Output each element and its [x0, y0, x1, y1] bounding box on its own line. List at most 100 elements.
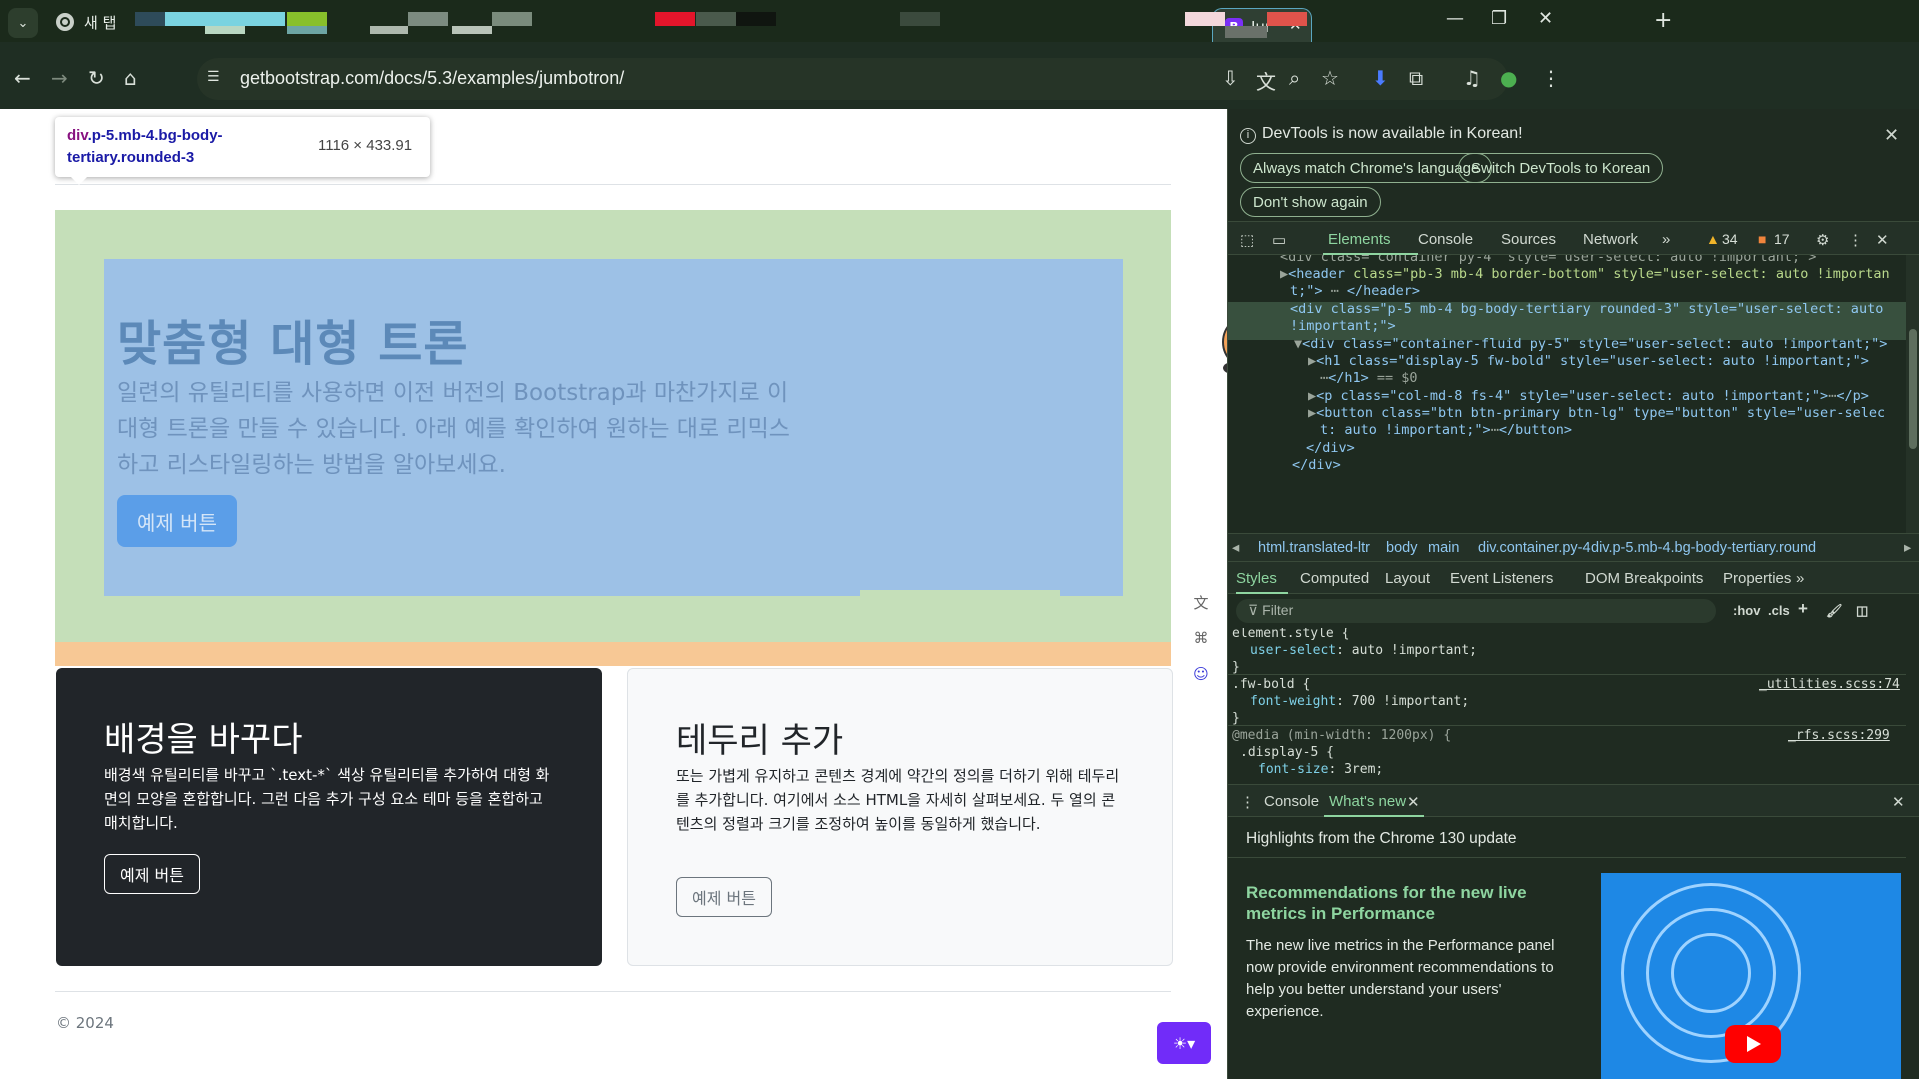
class-toggle[interactable]: .cls	[1768, 603, 1790, 618]
tab-search-button[interactable]: ⌄	[8, 8, 38, 38]
crumb-left-icon[interactable]: ◂	[1232, 540, 1239, 556]
add-rule-icon[interactable]: +	[1798, 599, 1808, 619]
tab-thumbnail[interactable]	[1267, 12, 1307, 26]
dom-node[interactable]: ▶<p class="col-md-8 fs-4" style="user-se…	[1308, 388, 1869, 404]
dom-node[interactable]: ▶<button class="btn btn-primary btn-lg" …	[1308, 405, 1885, 421]
devtools-menu-icon[interactable]: ⋮	[1848, 231, 1863, 249]
tab-layout[interactable]: Layout	[1385, 570, 1430, 587]
breadcrumb-item[interactable]: html.translated-ltr	[1258, 540, 1370, 556]
breadcrumb-item[interactable]: main	[1428, 540, 1459, 556]
tab-thumbnail[interactable]	[408, 12, 448, 26]
styles-filter-input[interactable]: ⊽ Filter	[1236, 599, 1716, 623]
new-tab-button[interactable]: +	[1654, 8, 1672, 33]
shortcut-widget-icon[interactable]: ⌘	[1186, 623, 1216, 653]
menu-kebab-icon[interactable]: ⋮	[1541, 66, 1561, 90]
extensions-icon[interactable]: ⧉	[1409, 66, 1423, 90]
dom-node[interactable]: ▶<header class="pb-3 mb-4 border-bottom"…	[1280, 266, 1890, 282]
switch-to-korean-button[interactable]: Switch DevTools to Korean	[1458, 153, 1664, 183]
minimize-button[interactable]: —	[1446, 8, 1464, 29]
translate-icon[interactable]: 文	[1256, 66, 1276, 95]
dom-node[interactable]: </div>	[1306, 440, 1355, 456]
settings-gear-icon[interactable]: ⚙	[1816, 231, 1829, 249]
css-declaration[interactable]: font-weight: 700 !important;	[1250, 694, 1469, 709]
warning-icon[interactable]: ▲	[1706, 231, 1720, 247]
drawer-menu-icon[interactable]: ⋮	[1240, 793, 1255, 811]
zoom-icon[interactable]: ⌕	[1289, 66, 1300, 90]
css-source-link[interactable]: _rfs.scss:299	[1788, 728, 1890, 743]
extension-download-icon[interactable]: ⬇	[1372, 66, 1389, 90]
close-drawer-icon[interactable]: ✕	[1892, 793, 1905, 811]
css-source-link[interactable]: _utilities.scss:74	[1759, 677, 1900, 692]
dom-node[interactable]: </div>	[1292, 457, 1341, 473]
dom-node[interactable]: <div class="container py-4" style="user-…	[1280, 255, 1816, 265]
card-example-button[interactable]: 예제 버튼	[676, 877, 772, 917]
profile-avatar[interactable]: ●	[1500, 66, 1517, 90]
crumb-right-icon[interactable]: ▸	[1904, 540, 1912, 556]
tab-thumbnail[interactable]	[135, 12, 165, 26]
url-text[interactable]: getbootstrap.com/docs/5.3/examples/jumbo…	[240, 68, 624, 89]
tab-thumbnail[interactable]	[900, 12, 940, 26]
tab-console[interactable]: Console	[1418, 231, 1473, 248]
restore-button[interactable]: ❐	[1491, 8, 1507, 29]
card-title: 배경을 바꾸다	[104, 720, 303, 760]
breadcrumb-item[interactable]: div.container.py-4	[1478, 540, 1591, 556]
tab-thumbnail[interactable]	[1185, 12, 1225, 26]
assistant-widget-icon[interactable]: ☺	[1186, 659, 1216, 689]
device-toolbar-icon[interactable]: ▭	[1272, 231, 1286, 249]
tab-thumbnail[interactable]	[165, 12, 285, 26]
breadcrumb-item[interactable]: body	[1386, 540, 1417, 556]
drawer-tab-whats-new[interactable]: What's new	[1329, 793, 1406, 810]
tab-new-tab[interactable]: 새 탭	[56, 10, 116, 34]
install-app-icon[interactable]: ⇩	[1222, 66, 1239, 90]
tab-thumbnail[interactable]	[736, 12, 776, 26]
css-declaration[interactable]: user-select: auto !important;	[1250, 643, 1477, 658]
sidebar-toggle-icon[interactable]: ◫	[1856, 603, 1868, 619]
tab-thumbnail[interactable]	[492, 12, 532, 26]
css-declaration[interactable]: font-size: 3rem;	[1258, 762, 1383, 777]
more-tabs-icon[interactable]: »	[1796, 570, 1804, 587]
reload-icon[interactable]: ↻	[88, 66, 105, 90]
tab-thumbnail[interactable]	[287, 12, 327, 26]
always-match-language-button[interactable]: Always match Chrome's language	[1240, 153, 1493, 183]
media-icon[interactable]: ♫	[1463, 66, 1481, 90]
more-tabs-icon[interactable]: »	[1662, 231, 1670, 248]
dom-scroll-thumb[interactable]	[1909, 329, 1917, 449]
close-devtools-icon[interactable]: ✕	[1876, 231, 1889, 249]
tab-thumbnail[interactable]	[696, 12, 736, 26]
tab-styles[interactable]: Styles	[1236, 570, 1277, 587]
whats-new-link-title[interactable]: Recommendations for the new live metrics…	[1246, 882, 1566, 924]
translate-widget-icon[interactable]: 文	[1186, 587, 1216, 617]
tab-elements[interactable]: Elements	[1328, 231, 1391, 248]
tab-network[interactable]: Network	[1583, 231, 1638, 248]
breadcrumb-item[interactable]: div.p-5.mb-4.bg-body-tertiary.round	[1591, 540, 1816, 556]
whats-new-video-thumbnail[interactable]	[1601, 873, 1901, 1079]
close-icon[interactable]: ✕	[1884, 125, 1899, 146]
close-window-button[interactable]: ✕	[1538, 8, 1553, 29]
tab-computed[interactable]: Computed	[1300, 570, 1369, 587]
inspect-element-icon[interactable]: ⬚	[1240, 231, 1254, 249]
tab-event-listeners[interactable]: Event Listeners	[1450, 570, 1553, 587]
forward-icon[interactable]: →	[51, 66, 68, 90]
theme-toggle-button[interactable]: ☀▾	[1157, 1022, 1211, 1064]
dom-node-selected[interactable]: <div class="p-5 mb-4 bg-body-tertiary ro…	[1290, 301, 1883, 317]
tab-properties[interactable]: Properties	[1723, 570, 1791, 587]
issues-icon[interactable]: ■	[1758, 231, 1766, 247]
back-icon[interactable]: ←	[14, 66, 31, 90]
home-icon[interactable]: ⌂	[124, 66, 137, 90]
tab-sources[interactable]: Sources	[1501, 231, 1556, 248]
close-icon[interactable]: ✕	[1407, 793, 1420, 811]
bookmark-star-icon[interactable]: ☆	[1321, 66, 1339, 90]
css-selector: element.style {	[1232, 628, 1350, 641]
site-info-icon[interactable]: ☰	[207, 69, 227, 89]
tab-thumbnail[interactable]	[655, 12, 695, 26]
dont-show-again-button[interactable]: Don't show again	[1240, 187, 1381, 217]
dom-node[interactable]: ▼<div class="container-fluid py-5" style…	[1294, 336, 1887, 352]
tab-dom-breakpoints[interactable]: DOM Breakpoints	[1585, 570, 1703, 587]
dom-node[interactable]: ▶<h1 class="display-5 fw-bold" style="us…	[1308, 353, 1869, 369]
paint-icon[interactable]: 🖌	[1826, 603, 1843, 619]
drawer-tab-console[interactable]: Console	[1264, 793, 1319, 810]
hover-state-toggle[interactable]: :hov	[1733, 603, 1760, 618]
card-example-button[interactable]: 예제 버튼	[104, 854, 200, 894]
jumbotron-example-button[interactable]: 예제 버튼	[117, 495, 237, 547]
youtube-play-icon[interactable]	[1725, 1025, 1781, 1063]
